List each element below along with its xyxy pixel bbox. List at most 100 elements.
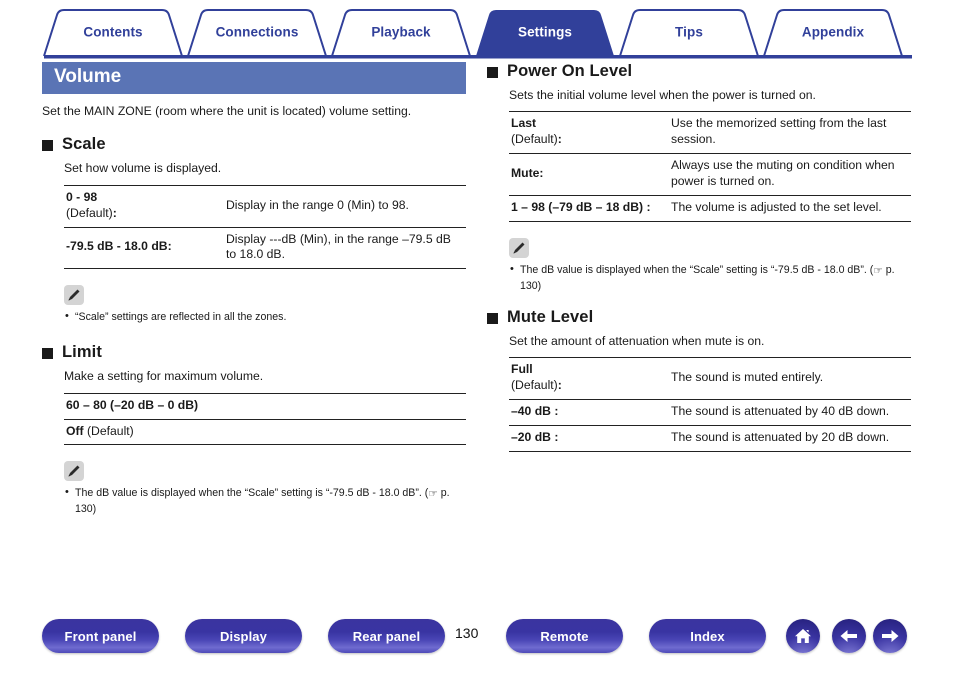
option-key: –20 dB : [509,424,669,452]
note-text: The dB value is displayed when the “Scal… [75,487,429,500]
home-icon[interactable] [786,619,820,653]
list-item: “Scale” settings are reflected in all th… [64,309,466,325]
option-colon: : [557,378,562,393]
option-key-text: 0 - 98 [66,189,98,204]
option-key: Off (Default) [64,418,466,446]
front-panel-button[interactable]: Front panel [42,619,159,653]
option-key-text: Full [511,362,533,377]
option-default-label: (Default) [83,423,134,438]
section-power-on-level: Power On Level Sets the initial volume l… [487,62,911,294]
option-default-label: (Default) [511,132,558,147]
tab-bar-underline [44,55,912,59]
forward-icon[interactable] [873,619,907,653]
section-title: Mute Level [507,307,594,326]
power-on-level-options-table: Last (Default): Use the memorized settin… [509,111,911,222]
note-list: “Scale” settings are reflected in all th… [64,309,466,325]
section-limit: Limit Make a setting for maximum volume.… [42,343,466,517]
tab-bar: Contents Connections Playback Settings T… [0,0,954,62]
table-row: Last (Default): Use the memorized settin… [509,111,911,154]
note-list: The dB value is displayed when the “Scal… [64,485,466,517]
section-title: Power On Level [507,62,633,80]
tab-connections[interactable]: Connections [216,25,299,40]
option-key: 0 - 98 (Default): [64,184,224,227]
bullet-square-icon [42,140,53,152]
option-key: 1 – 98 (–79 dB – 18 dB) : [509,194,669,222]
section-description: Sets the initial volume level when the p… [509,88,816,102]
rear-panel-button[interactable]: Rear panel [328,619,445,653]
tab-appendix[interactable]: Appendix [802,25,864,40]
scale-options-table: 0 - 98 (Default): Display in the range 0… [64,184,466,270]
left-column: Volume Set the MAIN ZONE (room where the… [42,62,466,518]
option-key: Full (Default): [509,357,669,400]
option-colon: : [112,205,117,220]
note-block: The dB value is displayed when the “Scal… [64,461,466,517]
tab-contents[interactable]: Contents [83,25,142,40]
note-block: “Scale” settings are reflected in all th… [64,285,466,325]
table-row: -79.5 dB - 18.0 dB: Display ---dB (Min),… [64,226,466,270]
table-row: 1 – 98 (–79 dB – 18 dB) : The volume is … [509,194,911,222]
section-title: Scale [62,135,106,154]
bullet-square-icon [42,348,53,360]
index-button[interactable]: Index [649,619,766,653]
tab-tips[interactable]: Tips [675,25,703,40]
option-value: The sound is muted entirely. [669,357,911,400]
option-key: 60 – 80 (–20 dB – 0 dB) [64,392,466,420]
option-default-label: (Default) [511,378,558,393]
back-icon[interactable] [832,619,866,653]
section-heading-power-on-level: Power On Level [487,62,911,81]
option-value: Always use the muting on condition when … [669,153,911,196]
table-row: Off (Default) [64,418,466,446]
option-default-label: (Default) [66,205,113,220]
section-description: Set the amount of attenuation when mute … [509,333,765,348]
list-item: The dB value is displayed when the “Scal… [64,485,466,517]
option-value: Use the memorized setting from the last … [669,111,911,154]
tab-settings[interactable]: Settings [518,25,572,40]
option-key: –40 dB : [509,399,669,426]
limit-options-table: 60 – 80 (–20 dB – 0 dB) Off (Default) [64,392,466,446]
table-row: –20 dB : The sound is attenuated by 20 d… [509,424,911,452]
section-heading-mute-level: Mute Level [487,308,911,327]
page-reference-icon: ☞ [428,488,438,501]
page-title: Volume [42,62,466,94]
page-content: Volume Set the MAIN ZONE (room where the… [0,62,954,602]
bullet-square-icon [487,312,498,324]
option-key: Last (Default): [509,111,669,154]
bottom-navigation: Front panel Display Rear panel 130 Remot… [0,602,954,673]
note-text: The dB value is displayed when the “Scal… [520,263,874,276]
section-heading-scale: Scale [42,135,466,154]
option-colon: : [557,132,562,147]
option-value: The volume is adjusted to the set level. [669,194,911,222]
option-key-text: Last [511,116,537,131]
list-item: The dB value is displayed when the “Scal… [509,262,911,294]
page-number: 130 [455,625,479,641]
note-text: “Scale” settings are reflected in all th… [75,311,287,324]
right-column: Power On Level Sets the initial volume l… [487,62,911,452]
table-row: 0 - 98 (Default): Display in the range 0… [64,184,466,227]
page-reference-icon: ☞ [873,264,883,277]
pencil-icon [64,285,84,306]
note-list: The dB value is displayed when the “Scal… [509,262,911,294]
section-description: Set how volume is displayed. [64,161,222,176]
section-mute-level: Mute Level Set the amount of attenuation… [487,308,911,452]
section-scale: Scale Set how volume is displayed. 0 - 9… [42,135,466,325]
option-key: -79.5 dB - 18.0 dB: [64,226,224,270]
section-heading-limit: Limit [42,343,466,362]
option-key: Mute: [509,153,669,196]
mute-level-options-table: Full (Default): The sound is muted entir… [509,357,911,452]
display-button[interactable]: Display [185,619,302,653]
table-row: –40 dB : The sound is attenuated by 40 d… [509,399,911,426]
section-title: Limit [62,343,102,362]
note-block: The dB value is displayed when the “Scal… [509,237,911,294]
bullet-square-icon [487,67,498,78]
option-value: The sound is attenuated by 20 dB down. [669,424,911,452]
tab-playback[interactable]: Playback [371,25,430,40]
option-value: Display in the range 0 (Min) to 98. [224,184,466,227]
option-value: Display ---dB (Min), in the range –79.5 … [224,226,466,270]
table-row: Full (Default): The sound is muted entir… [509,357,911,400]
remote-button[interactable]: Remote [506,619,623,653]
section-description: Make a setting for maximum volume. [64,369,264,384]
pencil-icon [509,237,529,258]
table-row: Mute: Always use the muting on condition… [509,153,911,196]
intro-text: Set the MAIN ZONE (room where the unit i… [42,103,412,118]
option-key-text: Off [66,423,84,438]
